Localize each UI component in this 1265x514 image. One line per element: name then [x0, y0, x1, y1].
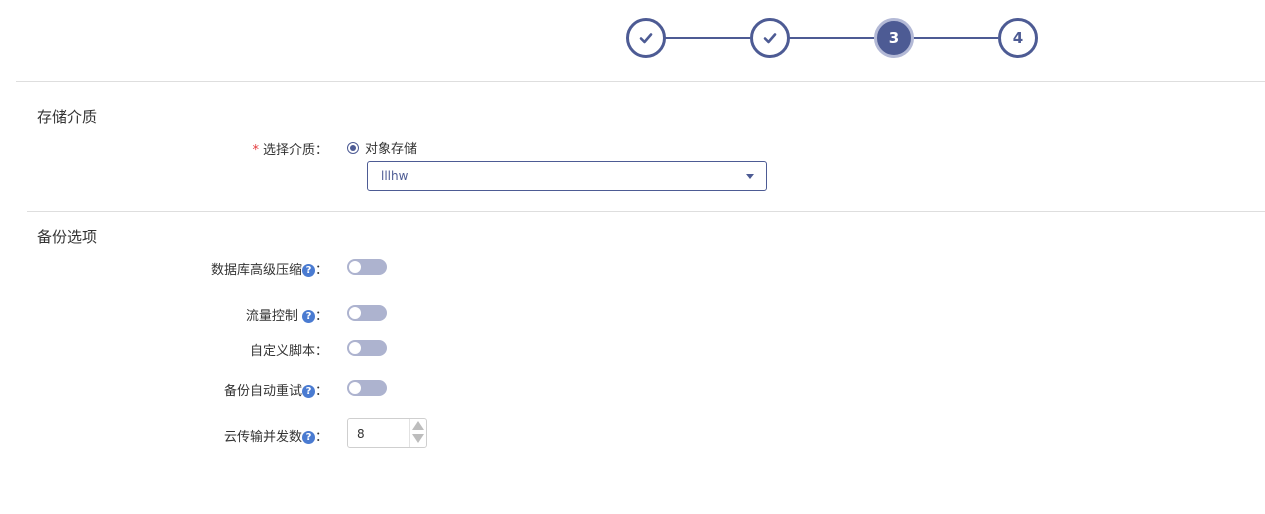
check-icon: [763, 33, 777, 44]
help-icon[interactable]: ?: [301, 264, 315, 277]
step-number: 4: [1012, 29, 1024, 47]
increment-arrow-icon[interactable]: [412, 421, 424, 430]
flow-control-label: 流量控制 ?：: [246, 305, 328, 324]
step-number: 3: [888, 29, 900, 47]
toggle-knob: [349, 261, 361, 273]
step-3-active[interactable]: 3: [874, 18, 914, 58]
help-icon[interactable]: ?: [301, 431, 315, 444]
cloud-concurrency-input[interactable]: 8: [347, 418, 427, 448]
stepper-connector: [788, 37, 874, 39]
label-colon: ：: [314, 384, 328, 399]
flow-control-toggle[interactable]: [347, 305, 387, 321]
backup-section-title: 备份选项: [37, 228, 98, 246]
stepper-connector: [664, 37, 750, 39]
custom-script-toggle[interactable]: [347, 340, 387, 356]
toggle-knob: [349, 382, 361, 394]
help-icon[interactable]: ?: [301, 385, 315, 398]
compression-label-text: 数据库高级压缩: [210, 263, 302, 278]
step-1-done[interactable]: [626, 18, 666, 58]
medium-label-text: 选择介质：: [262, 143, 328, 158]
object-storage-radio[interactable]: 对象存储: [347, 138, 417, 157]
section-divider: [27, 211, 1265, 212]
number-value: 8: [357, 427, 365, 441]
auto-retry-toggle[interactable]: [347, 380, 387, 396]
stepper-connector: [912, 37, 998, 39]
required-mark: *: [252, 143, 259, 158]
storage-bucket-select[interactable]: lllhw: [367, 161, 767, 191]
auto-retry-label-text: 备份自动重试: [223, 384, 302, 399]
toggle-knob: [349, 342, 361, 354]
toggle-knob: [349, 307, 361, 319]
number-spinner[interactable]: [409, 419, 426, 447]
check-icon: [639, 33, 653, 44]
decrement-arrow-icon[interactable]: [412, 434, 424, 443]
label-colon: ：: [314, 430, 328, 445]
cloud-concurrency-label: 云传输并发数?：: [224, 426, 328, 445]
step-4-pending[interactable]: 4: [998, 18, 1038, 58]
custom-script-label: 自定义脚本：: [249, 344, 328, 359]
header-divider: [16, 81, 1265, 82]
flow-control-label-text: 流量控制: [245, 309, 302, 324]
cloud-concurrency-label-text: 云传输并发数: [223, 430, 302, 445]
step-2-done[interactable]: [750, 18, 790, 58]
select-value: lllhw: [381, 169, 409, 183]
label-colon: ：: [314, 309, 328, 324]
stepper: 3 4: [626, 18, 1038, 60]
label-colon: ：: [314, 263, 328, 278]
medium-label: * 选择介质：: [252, 139, 328, 158]
auto-retry-label: 备份自动重试?：: [224, 380, 328, 399]
compression-toggle[interactable]: [347, 259, 387, 275]
help-icon[interactable]: ?: [301, 310, 315, 323]
storage-section-title: 存储介质: [37, 108, 98, 126]
radio-label: 对象存储: [365, 142, 418, 157]
radio-button-checked[interactable]: [347, 141, 359, 154]
compression-label: 数据库高级压缩?：: [211, 259, 328, 278]
chevron-down-icon: [746, 174, 754, 179]
